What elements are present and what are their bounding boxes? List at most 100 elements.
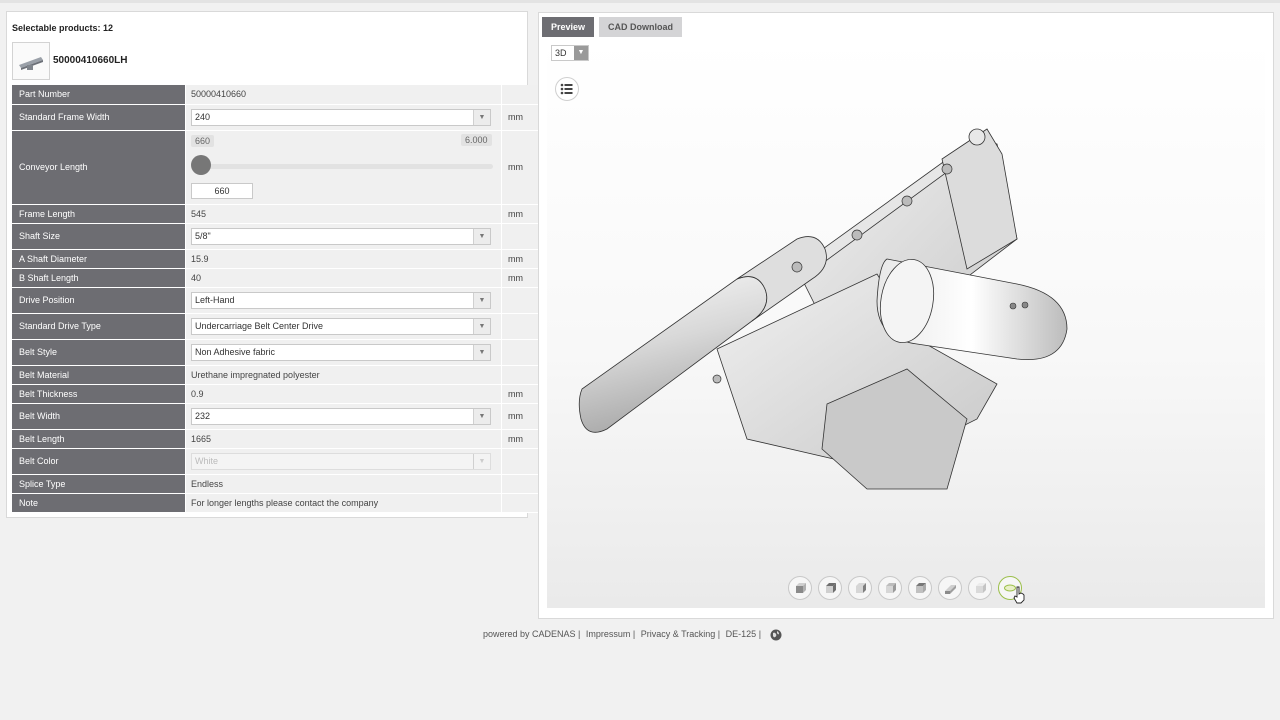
hand-cursor-icon	[1013, 586, 1025, 604]
row-label: Belt Style	[12, 339, 186, 366]
shaft-size-select[interactable]: 5/8" ▼	[191, 227, 491, 245]
slider-max-badge: 6.000	[461, 134, 492, 146]
privacy-link[interactable]: Privacy & Tracking |	[641, 629, 720, 639]
belt-length-value: 1665	[185, 429, 502, 449]
3d-viewer[interactable]: 3D ▼	[547, 39, 1265, 608]
view-right-button[interactable]	[878, 576, 902, 600]
row-label: Belt Length	[12, 429, 186, 449]
table-row: B Shaft Length 40 mm	[12, 268, 544, 288]
table-row: Belt Thickness 0.9 mm	[12, 384, 544, 404]
row-label: Part Number	[12, 85, 186, 105]
chevron-down-icon: ▼	[473, 318, 490, 334]
row-label: Shaft Size	[12, 223, 186, 250]
row-label: Standard Drive Type	[12, 313, 186, 340]
view-bottom-button[interactable]	[938, 576, 962, 600]
table-row: A Shaft Diameter 15.9 mm	[12, 249, 544, 269]
table-row: Note For longer lengths please contact t…	[12, 493, 544, 513]
configurator-panel: Selectable products: 12 50000410660LH Pa…	[6, 11, 544, 518]
table-row: Splice Type Endless	[12, 474, 544, 494]
shaft-diameter-value: 15.9	[185, 249, 502, 269]
splice-type-value: Endless	[185, 474, 502, 494]
slider-min-badge: 660	[191, 135, 215, 147]
belt-material-value: Urethane impregnated polyester	[185, 365, 502, 385]
view-iso-button[interactable]	[968, 576, 992, 600]
conveyor-length-input[interactable]: 660	[191, 183, 253, 199]
table-row: Belt Material Urethane impregnated polye…	[12, 365, 544, 385]
top-border	[0, 0, 1280, 3]
powered-by-text: powered by CADENAS |	[483, 629, 581, 640]
chevron-down-icon: ▼	[473, 344, 490, 360]
chevron-down-icon: ▼	[473, 292, 490, 308]
view-top-icon	[916, 583, 926, 593]
table-row: Part Number 50000410660	[12, 85, 544, 105]
view-left-button[interactable]	[848, 576, 872, 600]
table-row: Belt Style Non Adhesive fabric ▼	[12, 339, 544, 366]
drive-position-select[interactable]: Left-Hand ▼	[191, 291, 491, 309]
frame-width-value: 240	[195, 111, 211, 122]
view-back-button[interactable]	[818, 576, 842, 600]
table-row: Conveyor Length 660 6.000 660 mm	[12, 130, 544, 205]
view-right-icon	[886, 583, 896, 593]
row-label: Belt Material	[12, 365, 186, 385]
belt-style-select[interactable]: Non Adhesive fabric ▼	[191, 343, 491, 361]
view-left-icon	[856, 583, 866, 593]
table-row: Belt Width 232 ▼ mm	[12, 403, 544, 430]
table-row: Belt Color White ▼	[12, 448, 544, 475]
chevron-down-icon: ▼	[473, 408, 490, 424]
row-label: Drive Position	[12, 287, 186, 314]
drive-type-select[interactable]: Undercarriage Belt Center Drive ▼	[191, 317, 491, 335]
view-back-icon	[826, 583, 836, 593]
row-label: Belt Thickness	[12, 384, 186, 404]
row-label: Splice Type	[12, 474, 186, 494]
shaft-size-value: 5/8"	[195, 230, 211, 241]
table-row: Standard Drive Type Undercarriage Belt C…	[12, 313, 544, 340]
table-row: Frame Length 545 mm	[12, 204, 544, 224]
preview-panel: Preview CAD Download 3D ▼	[538, 12, 1274, 619]
product-thumbnail[interactable]	[12, 42, 50, 80]
table-row: Standard Frame Width 240 ▼ mm	[12, 104, 544, 131]
belt-style-value: Non Adhesive fabric	[195, 346, 276, 357]
part-number-value: 50000410660	[185, 85, 502, 105]
slider-track[interactable]	[195, 164, 493, 169]
chevron-down-icon: ▼	[473, 453, 490, 469]
table-row: Belt Length 1665 mm	[12, 429, 544, 449]
belt-color-select: White ▼	[191, 452, 491, 470]
view-bottom-icon	[945, 585, 956, 594]
view-front-button[interactable]	[788, 576, 812, 600]
row-label: Belt Color	[12, 448, 186, 475]
view-top-button[interactable]	[908, 576, 932, 600]
view-front-icon	[796, 583, 806, 593]
chevron-down-icon: ▼	[473, 228, 490, 244]
selectable-products-label: Selectable products: 12	[12, 23, 114, 33]
impressum-link[interactable]: Impressum |	[586, 629, 635, 639]
conveyor-length-slider: 660 6.000 660	[191, 131, 501, 203]
row-label: Belt Width	[12, 403, 186, 430]
table-row: Shaft Size 5/8" ▼	[12, 223, 544, 250]
belt-thickness-value: 0.9	[185, 384, 502, 404]
row-label: Note	[12, 493, 186, 513]
table-row: Drive Position Left-Hand ▼	[12, 287, 544, 314]
drive-type-value: Undercarriage Belt Center Drive	[195, 320, 324, 331]
product-name: 50000410660LH	[53, 55, 128, 66]
belt-width-select[interactable]: 232 ▼	[191, 407, 491, 425]
belt-color-value: White	[195, 455, 219, 466]
view-iso-icon	[976, 583, 986, 593]
frame-width-select[interactable]: 240 ▼	[191, 108, 491, 126]
row-label: A Shaft Diameter	[12, 249, 186, 269]
conveyor-3d-model	[578, 128, 1068, 490]
footer: powered by CADENAS | Impressum | Privacy…	[483, 629, 782, 641]
row-label: Standard Frame Width	[12, 104, 186, 131]
drive-position-value: Left-Hand	[195, 294, 235, 305]
row-label: Frame Length	[12, 204, 186, 224]
belt-width-value: 232	[195, 410, 211, 421]
row-label: Conveyor Length	[12, 130, 186, 205]
tab-cad-download[interactable]: CAD Download	[599, 17, 682, 37]
parameter-table: Part Number 50000410660 Standard Frame W…	[12, 85, 544, 513]
frame-length-value: 545	[185, 204, 502, 224]
chevron-down-icon: ▼	[473, 109, 490, 125]
region-code: DE-125 |	[725, 629, 762, 640]
globe-icon[interactable]	[770, 629, 782, 641]
slider-handle[interactable]	[191, 155, 211, 175]
row-label: B Shaft Length	[12, 268, 186, 288]
tab-preview[interactable]: Preview	[542, 17, 595, 37]
